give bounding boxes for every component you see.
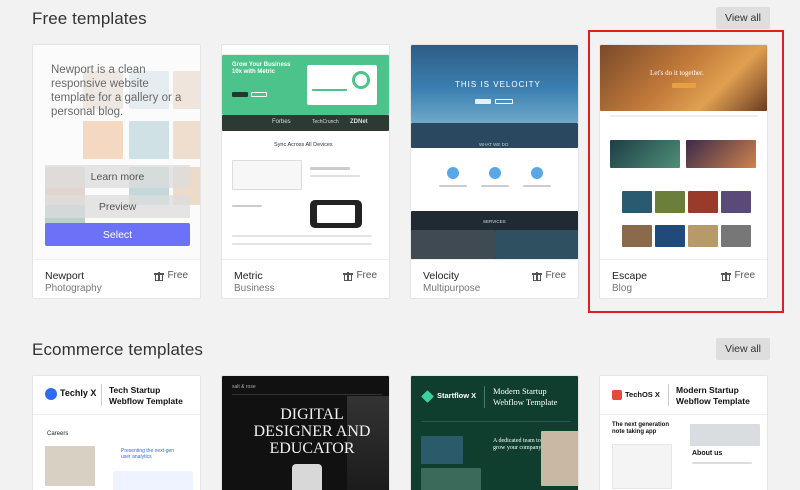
template-name: Newport (45, 270, 85, 282)
template-card-digital-designer[interactable]: salt & rose DIGITAL DESIGNER AND EDUCATO… (221, 375, 390, 490)
startflow-sub: A dedicated team to grow your company (493, 438, 542, 451)
techly-sub: Careers (47, 431, 69, 437)
template-category: Multipurpose (423, 283, 481, 294)
template-card-newport[interactable]: Newport is a clean responsive website te… (32, 44, 201, 299)
price-badge: Free (532, 270, 566, 281)
brand-name: Startflow X (437, 391, 477, 400)
velocity-services: SERVICES (483, 219, 506, 224)
template-title: DIGITAL DESIGNER AND EDUCATOR (253, 406, 371, 457)
view-all-ecommerce-button[interactable]: View all (716, 338, 770, 360)
gift-icon (343, 271, 354, 281)
template-card-techly[interactable]: Techly X Tech Startup Webflow Template C… (32, 375, 201, 490)
logo-techcrunch: TechCrunch (312, 119, 339, 125)
velocity-thumbnail: THIS IS VELOCITY WHAT WE DO SERVICES (411, 45, 578, 259)
metric-section-title: Sync Across All Devices (274, 142, 333, 148)
view-all-free-button[interactable]: View all (716, 7, 770, 29)
select-button[interactable]: Select (45, 223, 190, 246)
template-name: Velocity (423, 270, 460, 282)
template-card-techos[interactable]: TechOS X Modern Startup Webflow Template… (599, 375, 768, 490)
template-card-metric[interactable]: Grow Your Business 10x with Metric Forbe… (221, 44, 390, 299)
template-card-velocity[interactable]: THIS IS VELOCITY WHAT WE DO SERVICES Vel… (410, 44, 579, 299)
brand-name: Techly X (60, 388, 97, 398)
newport-description: Newport is a clean responsive website te… (51, 64, 182, 118)
template-title: Modern Startup Webflow Template (493, 386, 558, 407)
price-badge: Free (154, 270, 188, 281)
template-title: Modern Startup Webflow Template (676, 385, 750, 406)
brand-name: salt & rose (232, 384, 256, 390)
section-title-ecommerce: Ecommerce templates (32, 340, 204, 359)
velocity-what: WHAT WE DO (479, 142, 509, 147)
price-badge: Free (343, 270, 377, 281)
metric-thumbnail: Grow Your Business 10x with Metric Forbe… (222, 45, 389, 259)
brand-name: TechOS X (625, 390, 660, 399)
velocity-hero: THIS IS VELOCITY (455, 80, 541, 89)
section-title-free: Free templates (32, 9, 147, 28)
template-title: Tech Startup Webflow Template (109, 385, 183, 406)
techos-tag: About us (692, 450, 723, 457)
gift-icon (154, 271, 165, 281)
template-card-startflow[interactable]: Startflow X Modern Startup Webflow Templ… (410, 375, 579, 490)
template-category: Business (234, 283, 275, 294)
logo-forbes: Forbes (272, 119, 291, 125)
metric-headline: Grow Your Business 10x with Metric (232, 62, 291, 75)
gift-icon (532, 271, 543, 281)
techly-tag: Presenting the next-gen user analytics (121, 448, 175, 460)
learn-more-button[interactable]: Learn more (45, 165, 190, 188)
techos-sub: The next generation note taking app (612, 422, 670, 435)
selection-highlight (588, 30, 784, 313)
template-category: Photography (45, 283, 102, 294)
template-name: Metric (234, 270, 263, 282)
preview-button[interactable]: Preview (45, 195, 190, 218)
newport-thumbnail: Newport is a clean responsive website te… (33, 45, 200, 259)
logo-zdnet: ZDNet (350, 119, 368, 125)
